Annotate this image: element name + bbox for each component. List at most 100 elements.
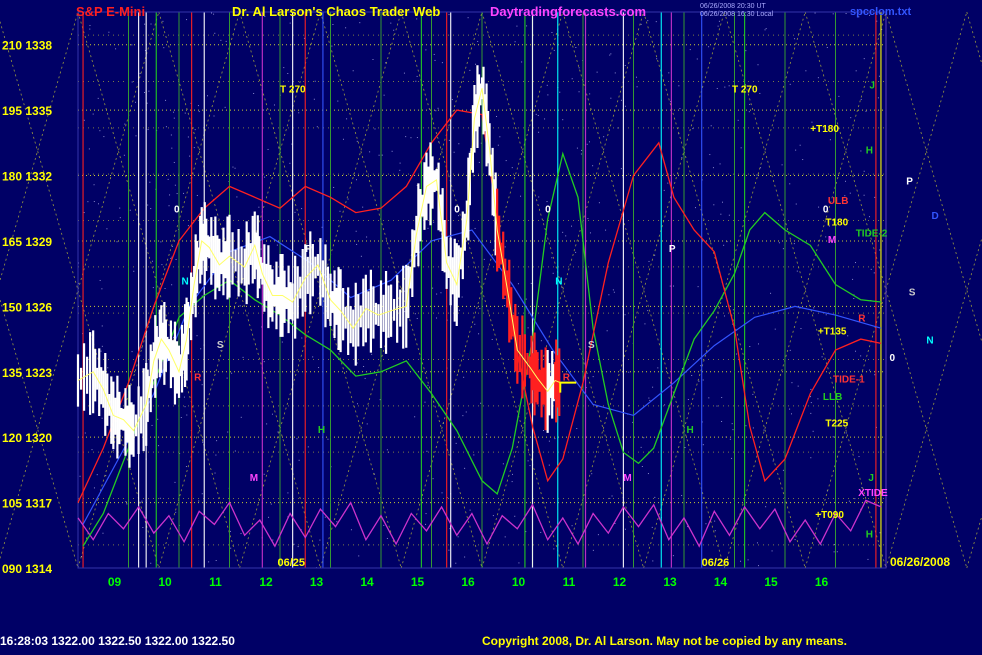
- background-star: [266, 423, 268, 425]
- t270-label: T 270: [280, 85, 306, 96]
- y-axis-label: 150 1326: [2, 300, 52, 314]
- background-star: [124, 123, 126, 125]
- background-star: [224, 106, 226, 108]
- planet-mark: S: [588, 340, 595, 351]
- background-star: [829, 139, 831, 141]
- background-star: [709, 154, 711, 156]
- diagonal-line: [0, 11, 79, 282]
- background-star: [281, 341, 283, 343]
- background-star: [520, 195, 522, 197]
- background-star: [863, 58, 865, 60]
- background-star: [581, 149, 583, 151]
- background-star: [414, 416, 416, 418]
- background-star: [84, 432, 86, 434]
- background-star: [740, 560, 742, 562]
- x-axis-label: 10: [512, 575, 526, 589]
- background-star: [782, 248, 784, 250]
- background-star: [578, 67, 580, 69]
- background-star: [214, 472, 216, 474]
- background-star: [469, 509, 471, 511]
- right-label: P: [906, 176, 913, 187]
- background-star: [194, 129, 196, 131]
- background-star: [101, 325, 103, 327]
- background-star: [187, 136, 189, 138]
- background-star: [366, 423, 368, 425]
- background-star: [597, 534, 599, 536]
- background-star: [614, 72, 616, 74]
- background-star: [472, 175, 474, 177]
- planet-mark: 0: [545, 205, 551, 216]
- x-axis-label: 16: [815, 575, 829, 589]
- background-star: [215, 560, 217, 562]
- background-star: [592, 549, 594, 551]
- background-star: [749, 346, 751, 348]
- background-star: [185, 466, 187, 468]
- background-star: [832, 13, 834, 15]
- background-star: [874, 196, 876, 198]
- background-star: [123, 154, 125, 156]
- background-star: [135, 135, 137, 137]
- x-axis-label: 15: [764, 575, 778, 589]
- background-star: [578, 91, 580, 93]
- background-star: [540, 531, 542, 533]
- x-axis-label: 11: [563, 575, 576, 589]
- background-star: [728, 85, 730, 87]
- background-star: [652, 560, 654, 562]
- background-star: [647, 20, 649, 22]
- background-star: [845, 180, 847, 182]
- background-star: [648, 397, 650, 399]
- background-star: [836, 551, 838, 553]
- background-star: [624, 314, 626, 316]
- background-star: [596, 71, 598, 73]
- background-star: [436, 293, 438, 295]
- right-label: TIDE-1: [833, 375, 865, 386]
- data-file-label: spcclom.txt: [850, 6, 912, 18]
- background-star: [473, 454, 475, 456]
- background-star: [771, 550, 773, 552]
- background-star: [873, 272, 875, 274]
- right-label: J: [868, 473, 874, 484]
- background-star: [239, 305, 241, 307]
- background-star: [652, 386, 654, 388]
- background-star: [319, 539, 321, 541]
- right-label: 0: [890, 353, 896, 364]
- background-star: [399, 162, 401, 164]
- background-star: [758, 565, 760, 567]
- background-star: [805, 70, 807, 72]
- background-star: [530, 282, 532, 284]
- background-star: [477, 40, 479, 42]
- background-star: [474, 63, 476, 65]
- background-star: [789, 408, 791, 410]
- background-star: [119, 207, 121, 209]
- background-star: [710, 125, 712, 127]
- diagonal-line: [966, 11, 982, 66]
- background-star: [435, 110, 437, 112]
- background-star: [240, 533, 242, 535]
- background-star: [141, 347, 143, 349]
- background-star: [505, 160, 507, 162]
- background-star: [101, 345, 103, 347]
- background-star: [424, 401, 426, 403]
- site-link[interactable]: Daytradingforecasts.com: [490, 4, 646, 19]
- background-star: [587, 218, 589, 220]
- background-star: [756, 174, 758, 176]
- background-star: [160, 241, 162, 243]
- background-star: [825, 314, 827, 316]
- background-star: [347, 198, 349, 200]
- background-star: [858, 456, 860, 458]
- background-star: [511, 167, 513, 169]
- background-star: [99, 130, 101, 132]
- background-star: [360, 501, 362, 503]
- background-star: [826, 47, 828, 49]
- background-star: [497, 144, 499, 146]
- background-star: [164, 288, 166, 290]
- date-label: 06/25: [277, 557, 305, 569]
- background-star: [504, 297, 506, 299]
- right-label: S: [909, 287, 916, 298]
- background-star: [196, 194, 198, 196]
- background-star: [598, 202, 600, 204]
- background-star: [159, 497, 161, 499]
- background-star: [333, 186, 335, 188]
- background-star: [144, 23, 146, 25]
- background-star: [184, 112, 186, 114]
